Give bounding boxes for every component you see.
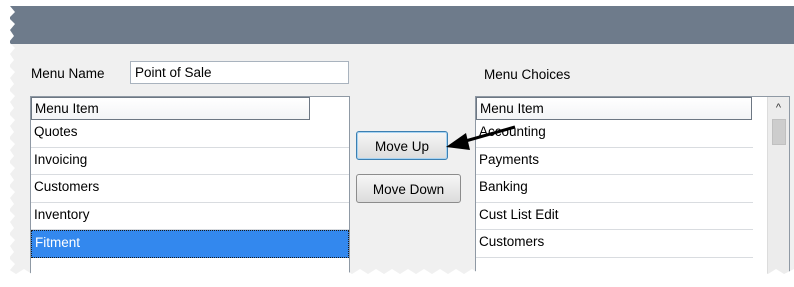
menu-name-label: Menu Name [31,66,105,81]
list-item[interactable]: Accounting [476,120,753,148]
menu-editor-window: Menu Name Point of Sale Menu Choices Men… [10,6,794,276]
window-titlebar [10,6,794,44]
list-item[interactable]: Banking [476,175,753,203]
move-up-button[interactable]: Move Up [356,131,448,160]
menu-name-input[interactable]: Point of Sale [130,61,349,84]
menu-choices-label: Menu Choices [484,67,571,82]
move-down-button[interactable]: Move Down [356,174,461,203]
list-item[interactable]: Inventory [31,203,349,230]
list-item[interactable]: Invoicing [31,148,349,175]
list-item[interactable]: Payments [476,148,753,175]
list-item[interactable]: Customers [31,175,349,203]
list-item[interactable]: Customers [476,230,753,258]
menu-choices-list[interactable]: Menu Item Accounting Payments Banking Cu… [475,96,790,276]
up-arrow-icon[interactable]: ^ [768,97,789,117]
menu-choices-scrollbar[interactable]: ^ [767,97,789,276]
menu-items-column-header[interactable]: Menu Item [31,97,310,120]
scrollbar-thumb[interactable] [772,119,786,145]
menu-choices-column-header[interactable]: Menu Item [476,97,752,120]
list-item[interactable]: Cust List Edit [476,203,753,230]
menu-items-list[interactable]: Menu Item Quotes Invoicing Customers Inv… [30,96,350,276]
list-item-selected[interactable]: Fitment [31,230,349,258]
list-item[interactable]: Quotes [31,120,349,148]
